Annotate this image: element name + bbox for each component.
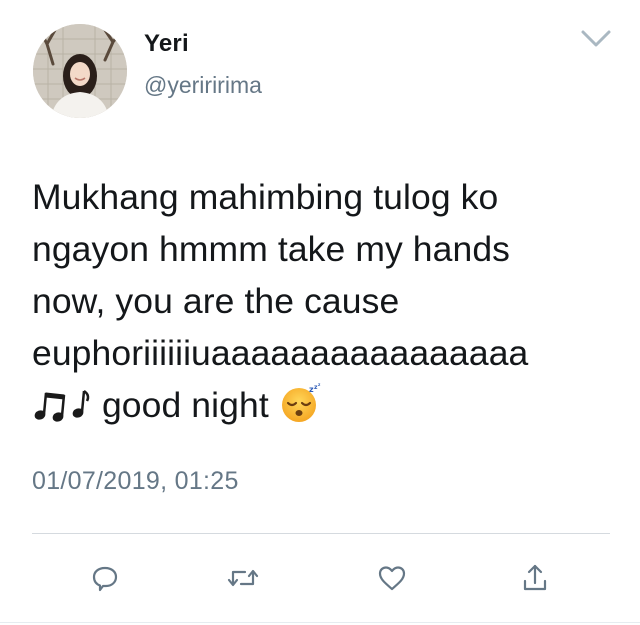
tweet-text-line: Mukhang mahimbing tulog ko	[32, 177, 499, 217]
share-button[interactable]	[517, 560, 553, 596]
divider	[32, 533, 610, 534]
like-button[interactable]	[374, 560, 410, 596]
retweet-icon	[227, 569, 259, 587]
reply-button[interactable]	[87, 560, 123, 596]
tweet-text-line: now, you are the cause	[32, 281, 400, 321]
avatar-photo	[33, 24, 127, 118]
svg-text:z: z	[318, 383, 321, 387]
chevron-down-icon[interactable]	[580, 28, 612, 50]
tweet-text-line: euphoriiiiiiuaaaaaaaaaaaaaaaa	[32, 333, 529, 373]
tweet-timestamp[interactable]: 01/07/2019, 01:25	[32, 467, 239, 496]
share-icon	[523, 564, 547, 591]
tweet-text: Mukhang mahimbing tulog ko ngayon hmmm t…	[32, 171, 632, 437]
display-name[interactable]: Yeri	[144, 30, 189, 58]
bottom-border	[0, 622, 640, 623]
user-handle[interactable]: @yeriririma	[144, 72, 262, 99]
tweet-text-line: good night	[101, 385, 269, 425]
sleeping-face-emoji: z z z	[279, 382, 323, 437]
music-notes-emoji	[32, 385, 92, 437]
avatar[interactable]	[33, 24, 127, 118]
tweet-card: Yeri @yeriririma Mukhang mahimbing tulog…	[0, 0, 640, 625]
heart-icon	[378, 566, 406, 591]
reply-icon	[92, 566, 118, 592]
tweet-text-line: ngayon hmmm take my hands	[32, 229, 511, 269]
retweet-button[interactable]	[225, 560, 261, 596]
